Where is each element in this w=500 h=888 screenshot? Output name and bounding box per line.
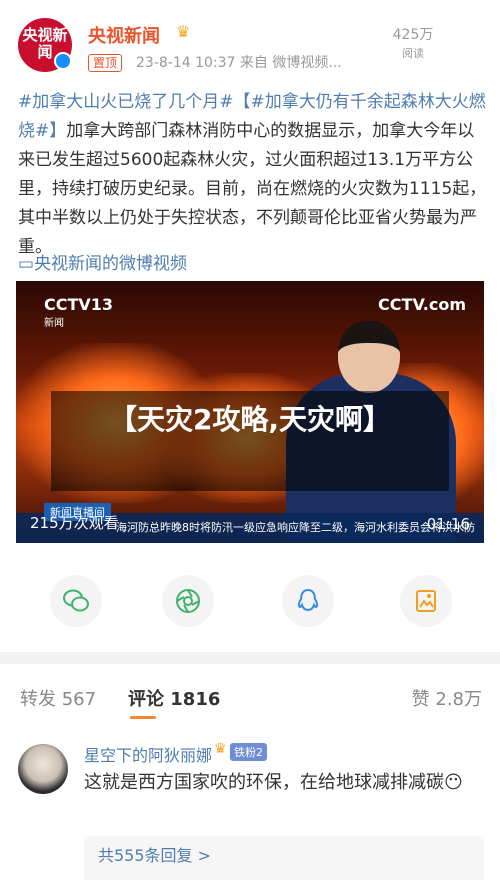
post-body: 加拿大跨部门森林消防中心的数据显示，加拿大今年以来已发生超过5600起森林火灾，… [18, 121, 487, 257]
share-moments-button[interactable] [162, 575, 214, 627]
comment-text: 这就是西方国家吹的环保，在给地球减排减碳😶 [84, 772, 463, 793]
post-meta: 23-8-14 10:37 来自 微博视频... [136, 55, 342, 71]
view-count-label: 阅读 [402, 47, 424, 60]
section-divider [0, 652, 500, 664]
moments-icon [176, 589, 200, 613]
post-text: #加拿大山火已烧了几个月#【#加拿大仍有千余起森林大火燃烧#】加拿大跨部门森林消… [18, 88, 488, 262]
video-source-label: 央视新闻的微博视频 [34, 254, 188, 274]
fan-crown-icon: ♛ [214, 741, 227, 757]
save-image-icon [416, 590, 436, 612]
video-overlay-title: 【天灾2攻略,天灾啊】 [51, 391, 449, 491]
tab-active-indicator [130, 716, 156, 719]
view-count: 425万 阅读 [378, 24, 448, 61]
comment-avatar[interactable] [18, 744, 68, 794]
verified-icon [54, 52, 72, 70]
tab-repost[interactable]: 转发 567 [20, 685, 96, 711]
cctv13-logo-sub: 新闻 [44, 318, 64, 329]
share-wechat-button[interactable] [50, 575, 102, 627]
video-player[interactable]: CCTV13 新闻 CCTV.com 海河防总昨晚8时将防汛一级应急响应降至二级… [16, 281, 484, 543]
cctv13-logo-text: CCTV13 [44, 295, 114, 314]
cctv-com-logo: CCTV.com [378, 295, 466, 314]
wechat-icon [63, 589, 89, 612]
view-count-value: 425万 [392, 27, 434, 43]
tab-like[interactable]: 赞 2.8万 [412, 685, 482, 711]
qq-icon [297, 588, 319, 612]
crown-icon: ♛ [176, 22, 191, 41]
video-duration: 01:16 [426, 515, 470, 533]
view-replies-button[interactable]: 共555条回复 > [84, 836, 484, 880]
tab-comment[interactable]: 评论 1816 [128, 685, 220, 711]
cctv13-logo: CCTV13 新闻 [44, 295, 113, 329]
comment-username[interactable]: 星空下的阿狄丽娜 [84, 742, 212, 766]
account-name[interactable]: 央视新闻 [88, 22, 160, 48]
share-qq-button[interactable] [282, 575, 334, 627]
video-icon: ▭ [18, 254, 35, 274]
save-image-button[interactable] [400, 575, 452, 627]
news-anchor-head [338, 321, 400, 393]
pinned-badge: 置顶 [88, 54, 123, 72]
hashtag-link[interactable]: #加拿大山火已烧了几个月# [18, 92, 234, 112]
fan-level-badge: 铁粉2 [230, 743, 267, 761]
video-view-count: 215万次观看 [30, 514, 119, 532]
video-source-link[interactable]: ▭央视新闻的微博视频 [18, 249, 187, 274]
